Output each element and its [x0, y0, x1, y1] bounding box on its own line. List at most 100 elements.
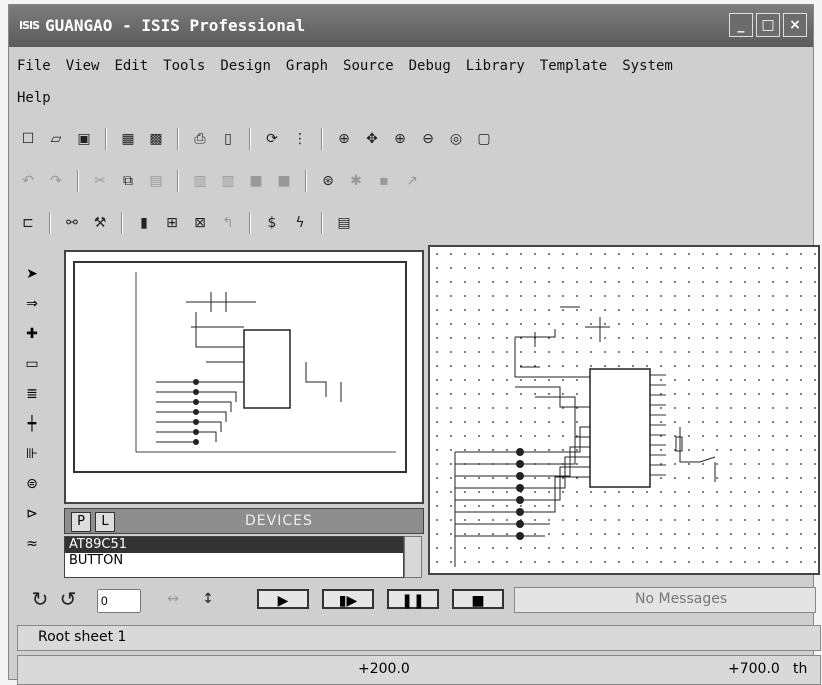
block-rotate-icon[interactable]: ■ — [245, 170, 267, 192]
play-button[interactable]: ▶ — [257, 589, 309, 609]
window-title: GUANGAO - ISIS Professional — [45, 16, 306, 35]
device-list-scrollbar[interactable] — [404, 536, 422, 578]
print-area-icon[interactable]: ▯ — [217, 128, 239, 150]
status-message: No Messages — [635, 591, 728, 607]
design-toolbar: ⊏ ⚯ ⚒ ▮ ⊞ ⊠ ↰ $ ϟ ▤ — [17, 207, 355, 239]
zoom-in-icon[interactable]: ⊕ — [389, 128, 411, 150]
save-icon[interactable]: ▣ — [73, 128, 95, 150]
maximize-button[interactable]: □ — [756, 13, 780, 37]
toolbar-separator — [49, 212, 51, 234]
library-manager-button[interactable]: L — [95, 512, 115, 532]
make-device-icon[interactable]: ✱ — [345, 170, 367, 192]
menu-item-library[interactable]: Library — [466, 58, 525, 82]
export-icon[interactable]: ▩ — [145, 128, 167, 150]
zoom-out-icon[interactable]: ⊖ — [417, 128, 439, 150]
step-button[interactable]: ▮▶ — [322, 589, 374, 609]
component-icon[interactable]: ⇒ — [19, 291, 45, 317]
search-icon[interactable]: ⚯ — [61, 212, 83, 234]
pan-icon[interactable]: ✥ — [361, 128, 383, 150]
pick-device-icon[interactable]: ⊛ — [317, 170, 339, 192]
window-controls: _ □ × — [729, 13, 807, 37]
open-icon[interactable]: ▱ — [45, 128, 67, 150]
terminal-icon[interactable]: ⊜ — [19, 471, 45, 497]
block-move-icon[interactable]: ▥ — [217, 170, 239, 192]
new-icon[interactable]: ☐ — [17, 128, 39, 150]
menu-item-system[interactable]: System — [622, 58, 673, 82]
sheet-tab[interactable]: Root sheet 1 — [38, 629, 126, 645]
menu-item-design[interactable]: Design — [220, 58, 271, 82]
menu-row-2: Help — [9, 82, 813, 114]
netlist-icon[interactable]: ϟ — [289, 212, 311, 234]
rotate-clockwise-icon[interactable]: ↻ — [29, 588, 51, 610]
toolbar-separator — [177, 128, 179, 150]
subcircuit-icon[interactable]: ⊪ — [19, 441, 45, 467]
design-explorer-icon[interactable]: ▮ — [133, 212, 155, 234]
pause-button[interactable]: ❚❚ — [387, 589, 439, 609]
minimize-button[interactable]: _ — [729, 13, 753, 37]
origin-icon[interactable]: ⊕ — [333, 128, 355, 150]
menu-item-debug[interactable]: Debug — [409, 58, 451, 82]
zoom-all-icon[interactable]: ◎ — [445, 128, 467, 150]
exit-parent-icon[interactable]: ↰ — [217, 212, 239, 234]
device-pin-icon[interactable]: ⊳ — [19, 501, 45, 527]
mirror-vertical-icon[interactable]: ↕ — [197, 588, 219, 610]
schematic-canvas[interactable] — [428, 245, 820, 575]
menu-bar: File View Edit Tools Design Graph Source Debug L… — [9, 50, 813, 115]
app-window: ISIS GUANGAO - ISIS Professional _ □ × F… — [8, 4, 821, 685]
new-sheet-icon[interactable]: ⊞ — [161, 212, 183, 234]
list-item[interactable]: AT89C51 — [65, 537, 403, 553]
print-icon[interactable]: ⎙ — [189, 128, 211, 150]
decompose-icon[interactable]: ↗ — [401, 170, 423, 192]
mirror-horizontal-icon[interactable]: ↔ — [162, 588, 184, 610]
menu-item-tools[interactable]: Tools — [163, 58, 205, 82]
bom-icon[interactable]: $ — [261, 212, 283, 234]
toolbar-separator — [305, 170, 307, 192]
menu-item-file[interactable]: File — [17, 58, 51, 82]
property-tool-icon[interactable]: ⚒ — [89, 212, 111, 234]
text-script-icon[interactable]: ≣ — [19, 381, 45, 407]
isis-app-icon: ISIS — [19, 19, 40, 32]
menu-item-help[interactable]: Help — [17, 90, 51, 106]
stop-button[interactable]: ■ — [452, 589, 504, 609]
list-item[interactable]: BUTTON — [65, 553, 403, 569]
ares-icon[interactable]: ▤ — [333, 212, 355, 234]
menu-item-view[interactable]: View — [66, 58, 100, 82]
junction-icon[interactable]: ✚ — [19, 321, 45, 347]
refresh-icon[interactable]: ⟳ — [261, 128, 283, 150]
rotation-and-simulation-bar: ↻ ↺ ↔ ↕ ▶ ▮▶ ❚❚ ■ ⓘ No Messages — [17, 583, 819, 615]
cut-icon[interactable]: ✂ — [89, 170, 111, 192]
device-list[interactable]: AT89C51 BUTTON — [64, 536, 404, 578]
toolbar-separator — [249, 128, 251, 150]
toolbar-separator — [77, 170, 79, 192]
menu-item-graph[interactable]: Graph — [286, 58, 328, 82]
overview-window[interactable] — [64, 250, 424, 504]
import-icon[interactable]: ▦ — [117, 128, 139, 150]
menu-item-edit[interactable]: Edit — [114, 58, 148, 82]
block-copy-icon[interactable]: ▥ — [189, 170, 211, 192]
copy-icon[interactable]: ⧉ — [117, 170, 139, 192]
grid-icon[interactable]: ⋮ — [289, 128, 311, 150]
package-icon[interactable]: ▪ — [373, 170, 395, 192]
wire-autorouter-icon[interactable]: ⊏ — [17, 212, 39, 234]
paste-icon[interactable]: ▤ — [145, 170, 167, 192]
toolbar-separator — [321, 212, 323, 234]
bus-icon[interactable]: ┿ — [19, 411, 45, 437]
undo-icon[interactable]: ↶ — [17, 170, 39, 192]
rotate-anticlockwise-icon[interactable]: ↺ — [57, 588, 79, 610]
toolbar-separator — [321, 128, 323, 150]
zoom-area-icon[interactable]: ▢ — [473, 128, 495, 150]
close-button[interactable]: × — [783, 13, 807, 37]
block-delete-icon[interactable]: ■ — [273, 170, 295, 192]
status-bar: +200.0 +700.0 th — [17, 655, 821, 685]
select-icon[interactable]: ➤ — [19, 261, 45, 287]
graph-icon[interactable]: ≈ — [19, 531, 45, 557]
wire-label-icon[interactable]: ▭ — [19, 351, 45, 377]
pick-devices-button[interactable]: P — [71, 512, 91, 532]
redo-icon[interactable]: ↷ — [45, 170, 67, 192]
sheet-tab-bar: Root sheet 1 — [17, 625, 821, 651]
remove-sheet-icon[interactable]: ⊠ — [189, 212, 211, 234]
menu-item-template[interactable]: Template — [540, 58, 607, 82]
menu-item-source[interactable]: Source — [343, 58, 394, 82]
devices-title: DEVICES — [245, 513, 313, 529]
rotation-field[interactable] — [97, 589, 141, 613]
